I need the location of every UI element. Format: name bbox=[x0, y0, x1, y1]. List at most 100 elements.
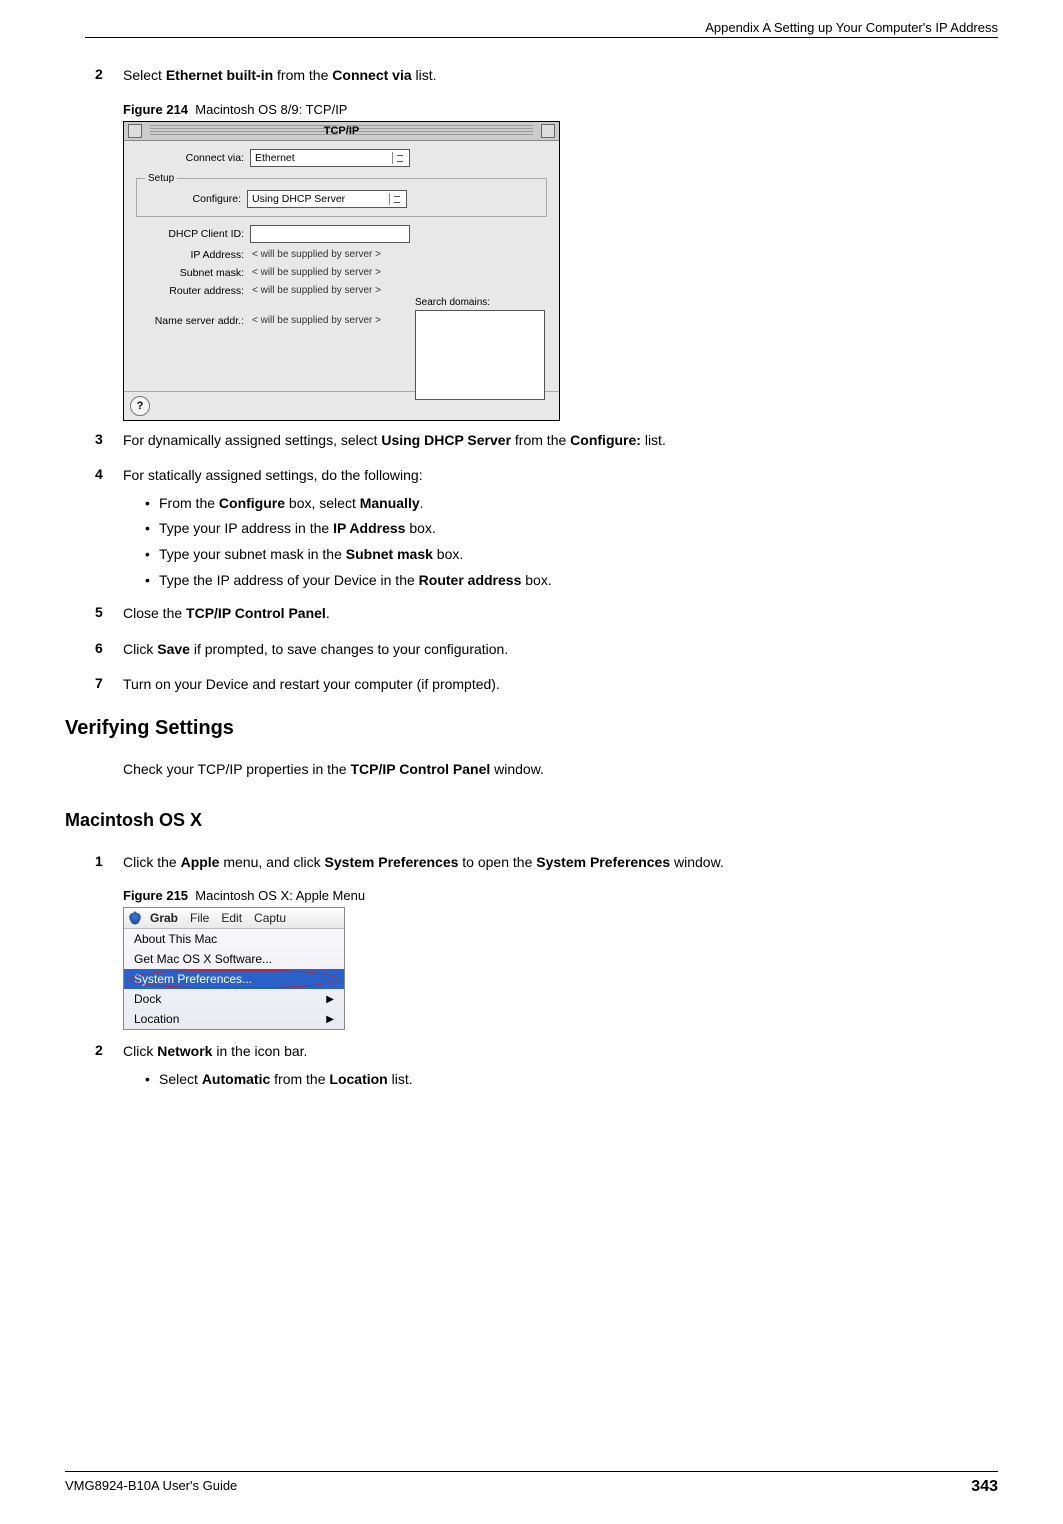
b: Apple bbox=[181, 854, 220, 870]
bt: Type your IP address in the IP Address b… bbox=[159, 519, 436, 539]
zoom-icon[interactable] bbox=[541, 124, 555, 138]
bullet-icon: • bbox=[145, 519, 159, 539]
submenu-arrow-icon: ▶ bbox=[326, 1014, 334, 1025]
t: . bbox=[420, 495, 424, 511]
menubar-edit[interactable]: Edit bbox=[221, 911, 242, 925]
step-3-num: 3 bbox=[95, 431, 123, 451]
label: Dock bbox=[134, 992, 161, 1006]
b: Ethernet built-in bbox=[166, 67, 273, 83]
menubar-file[interactable]: File bbox=[190, 911, 209, 925]
b: System Preferences bbox=[325, 854, 459, 870]
ip-value: < will be supplied by server > bbox=[250, 249, 381, 260]
connect-via-dropdown[interactable]: Ethernet bbox=[250, 149, 410, 167]
titlebar-lines bbox=[150, 125, 338, 137]
bullet-4d: •Type the IP address of your Device in t… bbox=[145, 571, 998, 591]
close-icon[interactable] bbox=[128, 124, 142, 138]
t: Click bbox=[123, 1043, 157, 1059]
menubar-grab[interactable]: Grab bbox=[150, 911, 178, 925]
t: list. bbox=[641, 432, 666, 448]
menu-about[interactable]: About This Mac bbox=[124, 929, 344, 949]
header-rule bbox=[85, 37, 998, 38]
t: list. bbox=[388, 1071, 413, 1087]
dhcp-client-input[interactable] bbox=[250, 225, 410, 243]
configure-dropdown[interactable]: Using DHCP Server bbox=[247, 190, 407, 208]
menu-dock[interactable]: Dock ▶ bbox=[124, 989, 344, 1009]
b: Configure bbox=[219, 495, 285, 511]
t: if prompted, to save changes to your con… bbox=[190, 641, 508, 657]
label-dhcp-client: DHCP Client ID: bbox=[136, 228, 250, 240]
label: Get Mac OS X Software... bbox=[134, 952, 272, 966]
bt: Select Automatic from the Location list. bbox=[159, 1070, 413, 1090]
b: Save bbox=[157, 641, 190, 657]
osx-step-2-num: 2 bbox=[95, 1042, 123, 1062]
osx-step-1-text: Click the Apple menu, and click System P… bbox=[123, 853, 998, 873]
b: Using DHCP Server bbox=[381, 432, 511, 448]
ns-value: < will be supplied by server > bbox=[250, 315, 381, 326]
step-6-text: Click Save if prompted, to save changes … bbox=[123, 640, 998, 660]
titlebar-lines bbox=[346, 125, 534, 137]
t: Type your subnet mask in the bbox=[159, 546, 346, 562]
t: from the bbox=[270, 1071, 329, 1087]
figure-214-caption: Figure 214 Macintosh OS 8/9: TCP/IP bbox=[123, 102, 998, 117]
titlebar: TCP/IP bbox=[124, 122, 559, 141]
submenu-arrow-icon: ▶ bbox=[326, 994, 334, 1005]
t: from the bbox=[273, 67, 332, 83]
help-icon[interactable]: ? bbox=[130, 396, 150, 416]
t: For dynamically assigned settings, selec… bbox=[123, 432, 381, 448]
verify-text: Check your TCP/IP properties in the TCP/… bbox=[123, 760, 998, 780]
step-2-num: 2 bbox=[95, 66, 123, 86]
fignum: Figure 215 bbox=[123, 888, 188, 903]
t: Click bbox=[123, 641, 157, 657]
step-4-num: 4 bbox=[95, 466, 123, 486]
step-7-text: Turn on your Device and restart your com… bbox=[123, 675, 998, 695]
t: list. bbox=[412, 67, 437, 83]
step-6-num: 6 bbox=[95, 640, 123, 660]
label: About This Mac bbox=[134, 932, 217, 946]
b: Location bbox=[329, 1071, 387, 1087]
figure-214-window: TCP/IP Connect via: Ethernet Setup Confi… bbox=[123, 121, 560, 421]
t: box, select bbox=[285, 495, 360, 511]
apple-icon[interactable] bbox=[128, 911, 142, 925]
menubar: Grab File Edit Captu bbox=[124, 908, 344, 929]
search-domains-input[interactable] bbox=[415, 310, 545, 400]
t: Select bbox=[159, 1071, 202, 1087]
b: Manually bbox=[360, 495, 420, 511]
b: Automatic bbox=[202, 1071, 270, 1087]
step-4-bullets: •From the Configure box, select Manually… bbox=[145, 494, 998, 590]
label-router: Router address: bbox=[136, 285, 250, 297]
bt: From the Configure box, select Manually. bbox=[159, 494, 424, 514]
b: IP Address bbox=[333, 520, 405, 536]
step-3: 3 For dynamically assigned settings, sel… bbox=[95, 431, 998, 451]
b: Network bbox=[157, 1043, 212, 1059]
heading-verifying: Verifying Settings bbox=[65, 717, 998, 740]
bullet-icon: • bbox=[145, 545, 159, 565]
page-number: 343 bbox=[971, 1478, 998, 1496]
figure-215-menu: Grab File Edit Captu About This Mac Get … bbox=[123, 907, 345, 1030]
step-5-text: Close the TCP/IP Control Panel. bbox=[123, 604, 998, 624]
b: Subnet mask bbox=[346, 546, 433, 562]
t: Select bbox=[123, 67, 166, 83]
b: Connect via bbox=[332, 67, 411, 83]
t: window. bbox=[490, 761, 544, 777]
step-6: 6 Click Save if prompted, to save change… bbox=[95, 640, 998, 660]
step-4-text: For statically assigned settings, do the… bbox=[123, 466, 998, 486]
menu-sysprefs[interactable]: System Preferences... bbox=[124, 969, 344, 989]
menu-getsw[interactable]: Get Mac OS X Software... bbox=[124, 949, 344, 969]
b: System Preferences bbox=[536, 854, 670, 870]
bullet-icon: • bbox=[145, 494, 159, 514]
step-2-text: Select Ethernet built-in from the Connec… bbox=[123, 66, 998, 86]
label-configure: Configure: bbox=[145, 193, 247, 205]
menu-location[interactable]: Location▶ bbox=[124, 1009, 344, 1029]
t: box. bbox=[521, 572, 551, 588]
t: window. bbox=[670, 854, 724, 870]
t: Close the bbox=[123, 605, 186, 621]
osx-step-1-num: 1 bbox=[95, 853, 123, 873]
menubar-captu[interactable]: Captu bbox=[254, 911, 286, 925]
step-5-num: 5 bbox=[95, 604, 123, 624]
t: to open the bbox=[458, 854, 536, 870]
t: from the bbox=[511, 432, 570, 448]
t: Check your TCP/IP properties in the bbox=[123, 761, 350, 777]
header-appendix: Appendix A Setting up Your Computer's IP… bbox=[85, 20, 998, 35]
label-ns: Name server addr.: bbox=[136, 315, 250, 327]
search-domains-group: Search domains: bbox=[415, 297, 545, 400]
